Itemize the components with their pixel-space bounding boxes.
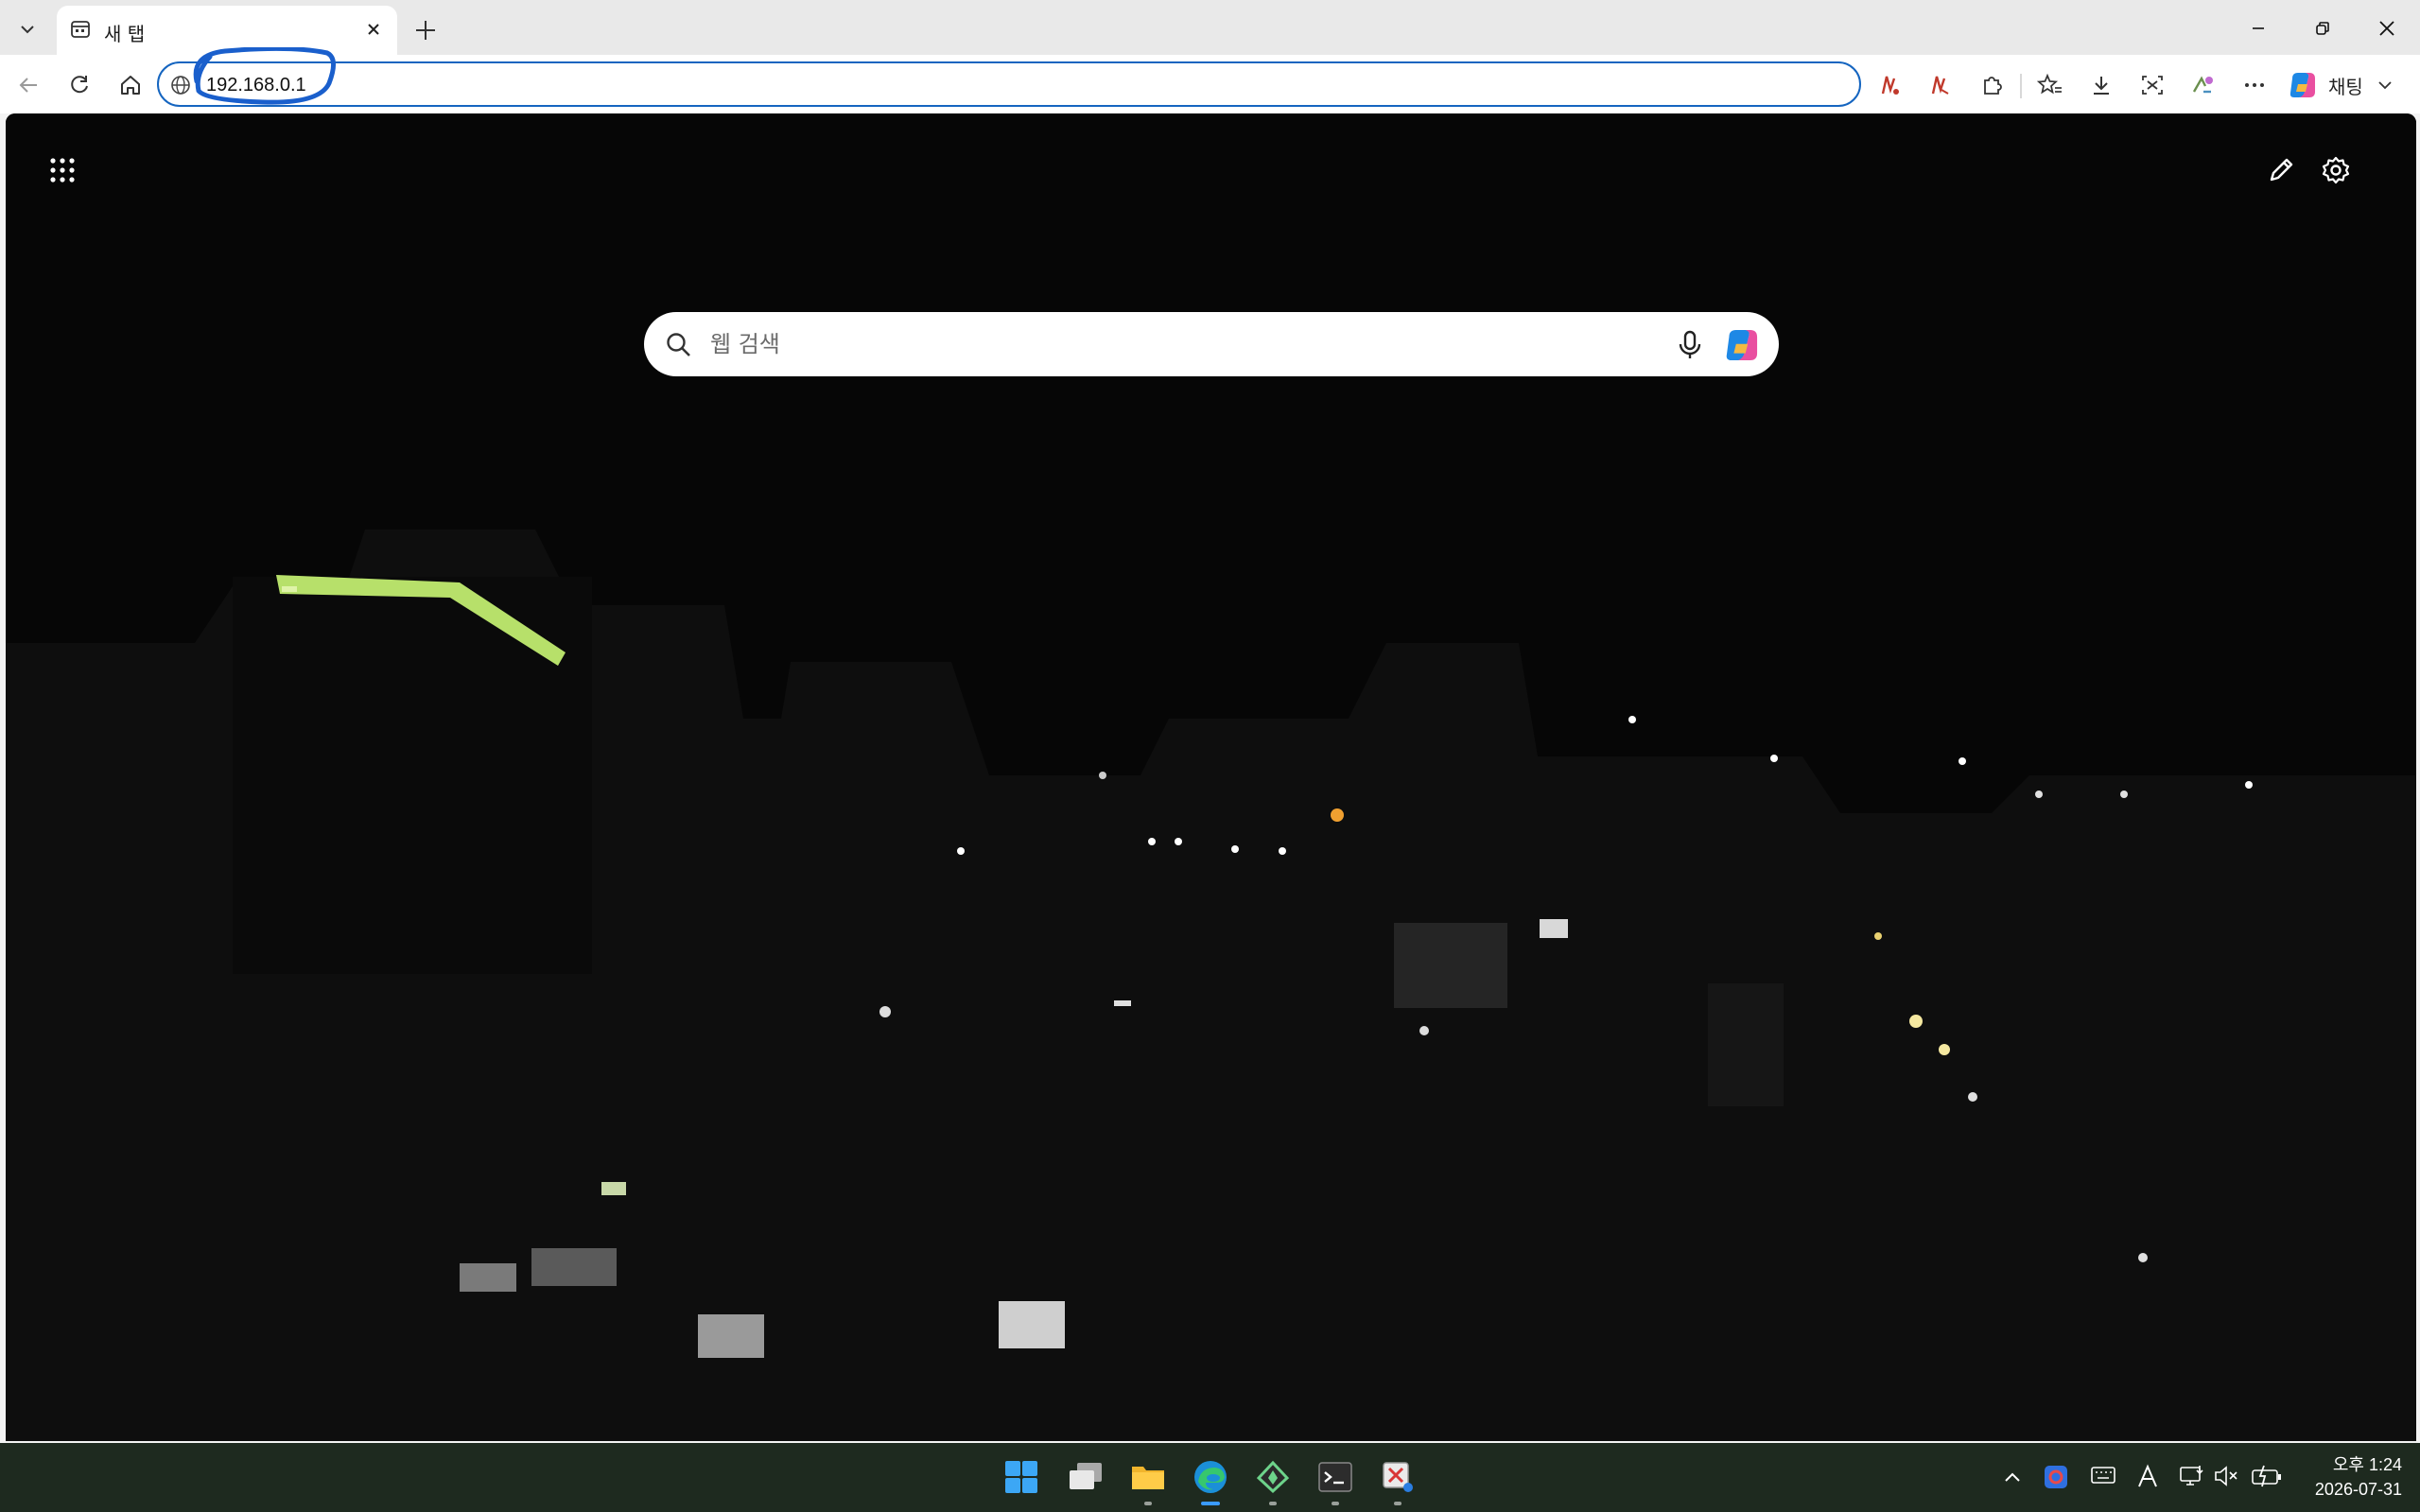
copilot-icon: [2289, 73, 2315, 97]
refresh-button[interactable]: [61, 66, 98, 104]
taskbar-file-explorer[interactable]: [1127, 1456, 1169, 1505]
copilot-icon[interactable]: [1722, 325, 1762, 365]
tab-actions-menu-button[interactable]: [6, 10, 49, 48]
annotation-circle: [193, 47, 336, 105]
copilot-chat-button[interactable]: 채팅: [2287, 64, 2410, 106]
arrow-left-icon: [19, 78, 37, 93]
search-input[interactable]: [710, 325, 1656, 363]
microphone-icon[interactable]: [1675, 329, 1705, 361]
taskbar: 오후 1:24 2026-07-31: [0, 1443, 2420, 1512]
start-button[interactable]: [1001, 1456, 1042, 1498]
home-icon: [121, 76, 140, 95]
extension-icon: [1931, 76, 1949, 95]
task-view-button[interactable]: [1065, 1456, 1106, 1498]
extension-icon: [2192, 76, 2213, 94]
plus-icon: [416, 21, 435, 40]
extensions-button[interactable]: [1973, 66, 2011, 104]
taskbar-app[interactable]: [1252, 1456, 1294, 1505]
app-icon: [1256, 1460, 1290, 1494]
clock-date: 2026-07-31: [2314, 1480, 2402, 1499]
close-icon[interactable]: [363, 19, 384, 40]
snipping-tool-icon: [1383, 1462, 1413, 1492]
minimize-icon: [2253, 27, 2264, 29]
copilot-chat-label: 채팅: [2328, 75, 2363, 98]
edge-icon: [1194, 1461, 1227, 1493]
battery-icon[interactable]: [2251, 1464, 2283, 1488]
apps-launcher-button[interactable]: [49, 157, 76, 183]
tab-title: 새 탭: [104, 23, 146, 45]
taskbar-snipping-tool[interactable]: [1377, 1456, 1419, 1505]
running-indicator: [1332, 1502, 1339, 1505]
back-button[interactable]: [9, 66, 47, 104]
running-indicator: [1269, 1502, 1277, 1505]
search-icon: [667, 333, 690, 356]
show-hidden-icons-chevron[interactable]: [2003, 1469, 2022, 1485]
new-tab-button[interactable]: [409, 13, 443, 47]
gear-icon: [2322, 156, 2350, 184]
minimize-button[interactable]: [2232, 9, 2285, 47]
tab-strip: 새 탭: [0, 0, 2420, 55]
page-settings-button[interactable]: [2321, 155, 2351, 185]
running-indicator: [1144, 1502, 1152, 1505]
more-horizontal-icon: [2245, 83, 2264, 87]
touch-keyboard-icon[interactable]: [2090, 1464, 2116, 1486]
extension-icon: [1881, 76, 1899, 95]
pencil-icon: [2270, 158, 2293, 182]
web-search-box[interactable]: [644, 312, 1779, 376]
screenshot-button[interactable]: [2133, 66, 2171, 104]
chevron-down-icon: [21, 26, 34, 34]
app-tray-icon[interactable]: [2043, 1464, 2069, 1490]
favorites-button[interactable]: [2031, 66, 2069, 104]
settings-and-more-button[interactable]: [2236, 66, 2273, 104]
terminal-icon: [1318, 1462, 1352, 1492]
taskbar-terminal[interactable]: [1314, 1456, 1356, 1505]
task-view-icon: [1070, 1463, 1102, 1489]
extension-button-1[interactable]: [1871, 66, 1908, 104]
new-tab-page-icon: [71, 21, 90, 38]
active-indicator: [1201, 1502, 1220, 1505]
volume-muted-icon[interactable]: [2213, 1464, 2239, 1488]
restore-icon: [2316, 22, 2329, 35]
ime-mode-icon[interactable]: [2135, 1464, 2160, 1490]
downloads-button[interactable]: [2082, 66, 2120, 104]
folder-icon: [1132, 1467, 1164, 1489]
extension-button-2[interactable]: [1921, 66, 1959, 104]
favorites-star-icon: [2037, 73, 2062, 95]
close-window-button[interactable]: [2360, 9, 2413, 47]
taskbar-edge[interactable]: [1190, 1456, 1231, 1505]
windows-start-icon: [1005, 1461, 1037, 1493]
download-icon: [2094, 77, 2109, 95]
running-indicator: [1394, 1502, 1402, 1505]
chevron-down-icon[interactable]: [2376, 77, 2394, 94]
puzzle-icon: [1984, 77, 2002, 95]
refresh-icon: [71, 76, 88, 94]
edit-page-button[interactable]: [2266, 155, 2296, 185]
restore-button[interactable]: [2296, 9, 2349, 47]
toolbar-divider: [2020, 74, 2022, 98]
browser-toolbar: 192.168.0.1 채팅: [0, 55, 2420, 113]
clock-time: 오후 1:24: [2332, 1455, 2402, 1474]
close-icon: [2379, 21, 2394, 36]
extension-button-3[interactable]: [2185, 66, 2222, 104]
system-clock[interactable]: 오후 1:24 2026-07-31: [2298, 1452, 2402, 1502]
network-icon[interactable]: [2179, 1464, 2205, 1488]
home-button[interactable]: [112, 66, 149, 104]
screenshot-icon: [2142, 76, 2163, 95]
app-grid-icon: [50, 158, 75, 182]
new-tab-page: [6, 113, 2416, 1441]
address-bar[interactable]: 192.168.0.1: [157, 61, 1861, 107]
